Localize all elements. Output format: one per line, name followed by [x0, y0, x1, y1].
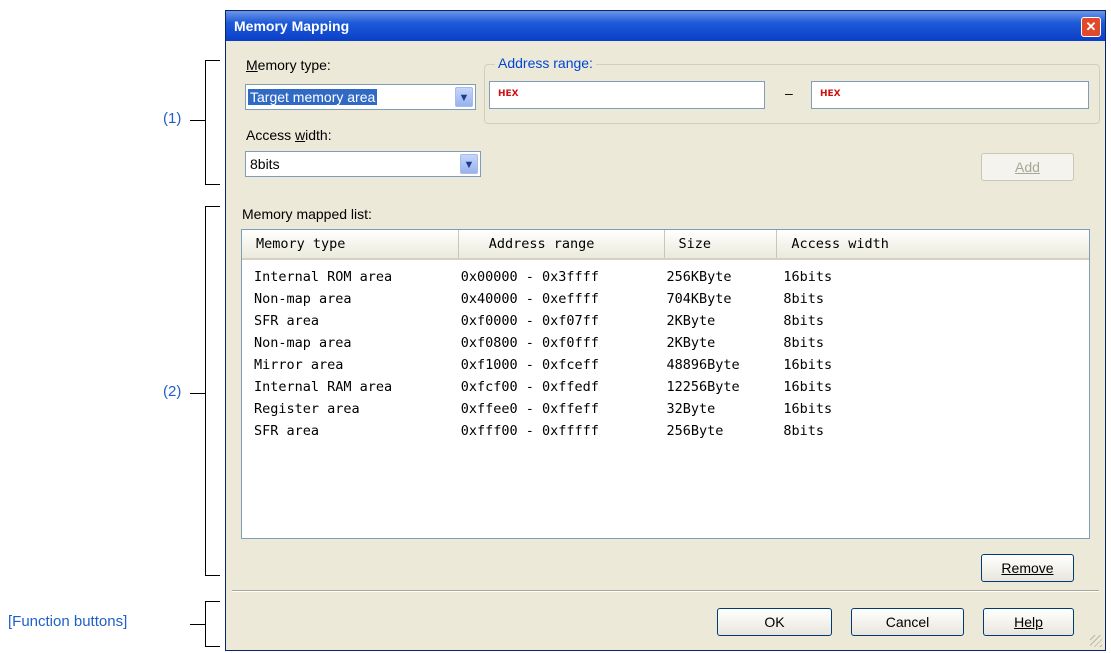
- bracket-2: [205, 206, 220, 576]
- memory-mapped-list[interactable]: Memory type Address range Size Access wi…: [241, 229, 1090, 539]
- ok-button[interactable]: OK: [717, 608, 832, 636]
- access-width-select[interactable]: 8bits ▼: [245, 151, 481, 177]
- cancel-button[interactable]: Cancel: [851, 608, 964, 636]
- table-row[interactable]: Register area 0xffee0 - 0xffeff 32Byte 16bi…: [242, 398, 1089, 420]
- table-row[interactable]: Internal ROM area 0x00000 - 0x3ffff 256KBy…: [242, 266, 1089, 288]
- dialog-title: Memory Mapping: [234, 18, 350, 34]
- chevron-down-icon[interactable]: ▼: [455, 87, 473, 107]
- address-end-input[interactable]: HEX: [811, 81, 1089, 109]
- chevron-down-icon[interactable]: ▼: [460, 154, 478, 174]
- memory-type-value: Target memory area: [248, 89, 378, 105]
- memory-mapped-list-label: Memory mapped list:: [242, 206, 372, 222]
- access-width-label: Access width:: [246, 127, 332, 143]
- table-row[interactable]: SFR area 0xfff00 - 0xfffff 256Byte 8bits: [242, 420, 1089, 442]
- bracket-function: [205, 601, 220, 647]
- access-width-value: 8bits: [250, 156, 280, 172]
- table-row[interactable]: Mirror area 0xf1000 - 0xfceff 48896Byte 16b…: [242, 354, 1089, 376]
- table-row[interactable]: SFR area 0xf0000 - 0xf07ff 2KByte 8bits: [242, 310, 1089, 332]
- add-button[interactable]: Add: [981, 153, 1074, 181]
- close-icon[interactable]: ✕: [1081, 17, 1101, 37]
- annotation-function-buttons: [Function buttons]: [8, 613, 128, 630]
- annotation-2: (2): [163, 383, 182, 400]
- hex-hint: HEX: [820, 89, 841, 99]
- memory-mapping-dialog: Memory Mapping ✕ Memory type: Target mem…: [225, 10, 1106, 651]
- address-range-title: Address range:: [495, 55, 596, 71]
- remove-button[interactable]: Remove: [981, 554, 1074, 582]
- range-dash: –: [785, 85, 793, 101]
- annotation-1: (1): [163, 110, 182, 127]
- bracket-function-tick: [190, 624, 205, 625]
- list-body: Internal ROM area 0x00000 - 0x3ffff 256KBy…: [242, 260, 1089, 442]
- help-button[interactable]: Help: [983, 608, 1074, 636]
- address-start-input[interactable]: HEX: [489, 81, 765, 109]
- hex-hint: HEX: [498, 89, 519, 99]
- bracket-2-tick: [190, 393, 205, 394]
- title-bar: Memory Mapping ✕: [226, 11, 1105, 41]
- table-row[interactable]: Non-map area 0x40000 - 0xeffff 704KByte 8bi…: [242, 288, 1089, 310]
- list-header: Memory type Address range Size Access wi…: [242, 230, 1089, 260]
- column-header-size[interactable]: Size: [665, 230, 778, 258]
- bracket-1: [205, 60, 220, 185]
- table-row[interactable]: Non-map area 0xf0800 - 0xf0fff 2KByte 8bits: [242, 332, 1089, 354]
- function-separator: [232, 590, 1099, 592]
- column-header-address-range[interactable]: Address range: [459, 230, 665, 258]
- column-header-access-width[interactable]: Access width: [777, 230, 1089, 258]
- table-row[interactable]: Internal RAM area 0xfcf00 - 0xffedf 12256B…: [242, 376, 1089, 398]
- bracket-1-tick: [190, 120, 205, 121]
- resize-grip-icon[interactable]: [1090, 635, 1102, 647]
- memory-type-select[interactable]: Target memory area ▼: [245, 84, 476, 110]
- column-header-memory-type[interactable]: Memory type: [242, 230, 459, 258]
- memory-type-label: Memory type:: [246, 57, 331, 73]
